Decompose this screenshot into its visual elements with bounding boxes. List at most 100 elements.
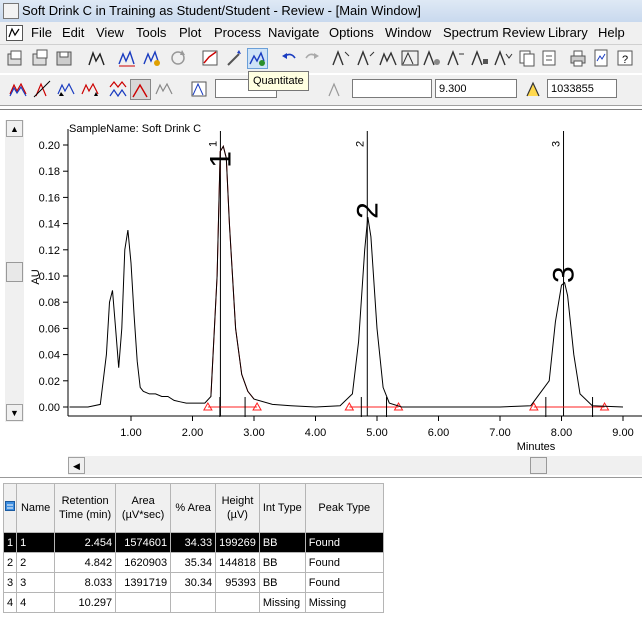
export-icon[interactable] bbox=[540, 48, 561, 69]
col-header-pct-area[interactable]: % Area bbox=[170, 483, 217, 533]
pick-peaks-icon[interactable] bbox=[86, 48, 107, 69]
y-tick-label: 0.04 bbox=[39, 350, 60, 362]
menu-spectrum-review[interactable]: Spectrum Review bbox=[443, 25, 545, 40]
peak-marker-label: 3 bbox=[551, 141, 563, 147]
peak-tool-8-icon[interactable] bbox=[493, 48, 514, 69]
y-tick-label: 0.02 bbox=[39, 376, 60, 388]
menu-tools[interactable]: Tools bbox=[136, 25, 166, 40]
scale-icon[interactable] bbox=[154, 79, 175, 100]
x-tick-label: 4.00 bbox=[305, 427, 326, 439]
quantitate-tooltip: Quantitate bbox=[248, 71, 309, 91]
cell-height: 199269 bbox=[215, 532, 260, 553]
calibration-curve-icon[interactable] bbox=[200, 48, 221, 69]
copy-icon[interactable] bbox=[517, 48, 538, 69]
zoom-in-icon[interactable] bbox=[32, 79, 53, 100]
cell-retention-time: 4.842 bbox=[54, 552, 117, 573]
cell-height: 144818 bbox=[215, 552, 260, 573]
peak-tool-5-icon[interactable] bbox=[422, 48, 443, 69]
unzoom-icon[interactable] bbox=[80, 79, 101, 100]
redo-icon[interactable] bbox=[302, 48, 323, 69]
table-row[interactable]: 2 2 4.842 1620903 35.34 144818 BB Found bbox=[2, 552, 384, 573]
col-header-name[interactable]: Name bbox=[16, 483, 56, 533]
cell-pct-area: 34.33 bbox=[170, 532, 217, 553]
open-project-icon[interactable] bbox=[30, 48, 51, 69]
cell-name: 3 bbox=[16, 572, 56, 593]
y-tick-label: 0.08 bbox=[39, 297, 60, 309]
calibrate-icon[interactable] bbox=[142, 48, 163, 69]
menu-bar: File Edit View Tools Plot Process Naviga… bbox=[0, 22, 642, 45]
y-tick-label: 0.16 bbox=[39, 192, 60, 204]
cell-area: 1574601 bbox=[115, 532, 172, 553]
results-table: Name Retention Time (min) Area (µV*sec) … bbox=[2, 483, 384, 613]
y-tick-label: 0.10 bbox=[39, 271, 60, 283]
wavelength-field[interactable] bbox=[352, 79, 432, 98]
report-icon[interactable] bbox=[591, 48, 612, 69]
col-header-peak-type[interactable]: Peak Type bbox=[304, 483, 384, 533]
menu-navigate[interactable]: Navigate bbox=[268, 25, 319, 40]
row-index: 4 bbox=[2, 592, 18, 613]
undo-icon[interactable] bbox=[279, 48, 300, 69]
main-toolbar: ? bbox=[0, 45, 642, 73]
table-row[interactable]: 4 4 10.297 Missing Missing bbox=[2, 592, 384, 613]
peak-tool-1-icon[interactable] bbox=[331, 48, 352, 69]
integrate-icon[interactable] bbox=[117, 48, 138, 69]
help-icon[interactable]: ? bbox=[615, 48, 636, 69]
menu-help[interactable]: Help bbox=[598, 25, 625, 40]
menu-file[interactable]: File bbox=[31, 25, 52, 40]
range-icon[interactable] bbox=[189, 79, 210, 100]
col-header-area[interactable]: Area (µV*sec) bbox=[115, 483, 172, 533]
menu-library[interactable]: Library bbox=[548, 25, 588, 40]
peak-number-label: 3 bbox=[548, 266, 581, 283]
peak-value-icon[interactable] bbox=[524, 79, 545, 100]
scroll-left-icon[interactable]: ◀ bbox=[68, 457, 85, 474]
app-icon bbox=[3, 3, 19, 19]
cell-peak-type: Missing bbox=[304, 592, 384, 613]
zoom-out-icon[interactable] bbox=[56, 79, 77, 100]
cell-height bbox=[215, 592, 260, 613]
cell-peak-type: Found bbox=[304, 572, 384, 593]
col-header-retention-time[interactable]: Retention Time (min) bbox=[54, 483, 117, 533]
menu-process[interactable]: Process bbox=[214, 25, 261, 40]
menu-view[interactable]: View bbox=[96, 25, 124, 40]
y-tick-label: 0.00 bbox=[39, 402, 60, 414]
quantitate-icon[interactable] bbox=[247, 48, 268, 69]
peak-tool-6-icon[interactable] bbox=[446, 48, 467, 69]
save-icon[interactable] bbox=[54, 48, 75, 69]
peak-tool-3-icon[interactable] bbox=[378, 48, 399, 69]
document-window-icon[interactable] bbox=[6, 25, 23, 41]
refresh-icon[interactable] bbox=[168, 48, 189, 69]
peak-tool-4-icon[interactable] bbox=[400, 48, 421, 69]
wand-icon[interactable] bbox=[224, 48, 245, 69]
cell-pct-area: 35.34 bbox=[170, 552, 217, 573]
table-row[interactable]: 3 3 8.033 1391719 30.34 95393 BB Found bbox=[2, 572, 384, 593]
menu-options[interactable]: Options bbox=[329, 25, 374, 40]
cell-retention-time: 2.454 bbox=[54, 532, 117, 553]
horizontal-scrollbar[interactable]: ◀ bbox=[68, 456, 642, 475]
cell-pct-area bbox=[170, 592, 217, 613]
peak-tool-2-icon[interactable] bbox=[356, 48, 377, 69]
stack-icon[interactable] bbox=[108, 79, 129, 100]
table-corner-icon[interactable] bbox=[2, 483, 18, 533]
table-row[interactable]: 1 1 2.454 1574601 34.33 199269 BB Found bbox=[2, 532, 384, 553]
svg-text:?: ? bbox=[622, 54, 628, 66]
menu-edit[interactable]: Edit bbox=[62, 25, 84, 40]
chromatogram-trace bbox=[69, 145, 624, 408]
peak-value-field[interactable]: 1033855 bbox=[547, 79, 617, 98]
wavelength-icon[interactable] bbox=[327, 79, 348, 100]
time-field[interactable]: 9.300 bbox=[435, 79, 517, 98]
col-header-int-type[interactable]: Int Type bbox=[258, 483, 306, 533]
print-icon[interactable] bbox=[568, 48, 589, 69]
peak-display-icon[interactable] bbox=[130, 79, 151, 100]
peak-tool-7-icon[interactable] bbox=[470, 48, 491, 69]
cell-area bbox=[115, 592, 172, 613]
overlay-icon[interactable] bbox=[8, 79, 29, 100]
y-tick-label: 0.12 bbox=[39, 245, 60, 257]
menu-window[interactable]: Window bbox=[385, 25, 431, 40]
x-tick-label: 6.00 bbox=[428, 427, 449, 439]
cell-name: 1 bbox=[16, 532, 56, 553]
menu-plot[interactable]: Plot bbox=[179, 25, 201, 40]
x-tick-label: 3.00 bbox=[243, 427, 264, 439]
open-icon[interactable] bbox=[5, 48, 26, 69]
horizontal-scroll-thumb[interactable] bbox=[530, 457, 547, 474]
col-header-height[interactable]: Height (µV) bbox=[215, 483, 260, 533]
